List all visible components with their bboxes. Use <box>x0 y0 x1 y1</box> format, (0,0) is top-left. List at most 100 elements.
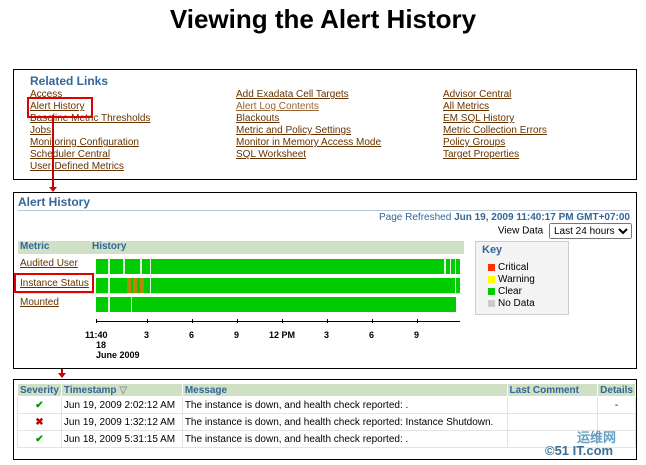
severity-clear-icon: ✔ <box>17 396 62 414</box>
col-timestamp-label: Timestamp <box>63 384 117 396</box>
key-header: Key <box>482 244 503 256</box>
link-add-exadata-cell-targets[interactable]: Add Exadata Cell Targets <box>236 89 381 101</box>
col-message[interactable]: Message <box>181 383 508 397</box>
axis-label: 9 <box>414 330 420 340</box>
warning-swatch <box>488 276 495 283</box>
page-refreshed-value: Jun 19, 2009 11:40:17 PM GMT+07:00 <box>454 212 630 223</box>
clear-swatch <box>488 288 495 295</box>
axis-tick <box>417 319 418 323</box>
gap-segment <box>455 278 456 293</box>
gap-segment <box>150 278 151 293</box>
axis-label: 12 PM <box>269 330 296 340</box>
page-title: Viewing the Alert History <box>169 4 477 34</box>
metric-column-header: Metric <box>18 241 90 254</box>
timestamp-cell: Jun 18, 2009 5:31:15 AM <box>60 430 183 448</box>
watermark-logo: 运维网 ©51 IT.com <box>545 427 641 461</box>
gap-segment <box>123 259 125 274</box>
gap-segment <box>131 297 132 312</box>
link-metric-policy-settings[interactable]: Metric and Policy Settings <box>236 125 381 137</box>
no-data-swatch <box>488 300 495 307</box>
details-cell[interactable]: - <box>597 396 636 414</box>
axis-date-month: June 2009 <box>96 350 140 360</box>
link-blackouts[interactable]: Blackouts <box>236 113 381 125</box>
axis-label: 6 <box>189 330 195 340</box>
link-sql-worksheet[interactable]: SQL Worksheet <box>236 149 381 161</box>
key-clear: Clear <box>488 286 522 297</box>
gap-segment <box>108 278 110 293</box>
axis-label: 6 <box>369 330 375 340</box>
key-label: Warning <box>498 274 535 285</box>
gap-segment <box>450 259 451 274</box>
sort-icon[interactable]: ▽ <box>119 385 127 396</box>
axis-tick <box>147 319 148 323</box>
col-details[interactable]: Details <box>597 383 636 397</box>
metric-mounted[interactable]: Mounted <box>20 297 59 308</box>
alert-history-header: Alert History <box>18 195 91 209</box>
axis-tick <box>192 319 193 323</box>
col-severity[interactable]: Severity <box>17 383 62 397</box>
critical-segment <box>127 278 131 293</box>
link-user-defined-metrics[interactable]: User-Defined Metrics <box>30 161 150 173</box>
history-bar-instance-status[interactable] <box>96 278 460 293</box>
critical-segment <box>140 278 144 293</box>
link-scheduler-central[interactable]: Scheduler Central <box>30 149 150 161</box>
metric-audited-user[interactable]: Audited User <box>20 258 78 269</box>
history-column-header: History <box>90 241 464 254</box>
link-monitoring-configuration[interactable]: Monitoring Configuration <box>30 137 150 149</box>
axis-label: 9 <box>234 330 240 340</box>
key-critical: Critical <box>488 262 529 273</box>
link-monitor-memory-access[interactable]: Monitor in Memory Access Mode <box>236 137 381 149</box>
related-links-panel: Related Links Access Alert History Basel… <box>13 69 637 180</box>
history-bar-audited-user[interactable] <box>96 259 460 274</box>
axis-tick <box>96 319 97 323</box>
axis-label: 3 <box>324 330 330 340</box>
gap-segment <box>455 259 456 274</box>
gap-segment <box>140 259 142 274</box>
key-label: Clear <box>498 286 522 297</box>
link-policy-groups[interactable]: Policy Groups <box>443 137 547 149</box>
axis-tick <box>237 319 238 323</box>
connector-line-1 <box>52 115 54 190</box>
severity-clear-icon: ✔ <box>17 430 62 448</box>
col-last-comment[interactable]: Last Comment <box>506 383 599 397</box>
col-timestamp[interactable]: Timestamp ▽ <box>60 383 183 397</box>
message-cell: The instance is down, and health check r… <box>181 413 508 431</box>
link-target-properties[interactable]: Target Properties <box>443 149 547 161</box>
link-jobs[interactable]: Jobs <box>30 125 150 137</box>
alerts-table: Severity Timestamp ▽ Message Last Commen… <box>17 383 636 448</box>
link-alert-log-contents[interactable]: Alert Log Contents <box>236 101 381 113</box>
axis-tick <box>282 319 283 323</box>
table-row: ✔ Jun 18, 2009 5:31:15 AM The instance i… <box>17 430 636 448</box>
gap-segment <box>108 259 110 274</box>
critical-swatch <box>488 264 495 271</box>
alert-history-highlight <box>27 97 93 118</box>
link-advisor-central[interactable]: Advisor Central <box>443 89 547 101</box>
table-header-row: Severity Timestamp ▽ Message Last Commen… <box>17 383 636 397</box>
links-column-3: Advisor Central All Metrics EM SQL Histo… <box>443 89 547 161</box>
table-row: ✖ Jun 19, 2009 1:32:12 AM The instance i… <box>17 413 636 431</box>
axis-tick <box>372 319 373 323</box>
link-em-sql-history[interactable]: EM SQL History <box>443 113 547 125</box>
link-all-metrics[interactable]: All Metrics <box>443 101 547 113</box>
gap-segment <box>444 259 446 274</box>
history-bar-mounted[interactable] <box>96 297 456 312</box>
message-cell: The instance is down, and health check r… <box>181 396 508 414</box>
alert-history-panel: Alert History Page Refreshed Jun 19, 200… <box>13 192 637 369</box>
key-no-data: No Data <box>488 298 535 309</box>
message-cell: The instance is down, and health check r… <box>181 430 508 448</box>
timestamp-cell: Jun 19, 2009 1:32:12 AM <box>60 413 183 431</box>
related-links-header: Related Links <box>30 74 109 88</box>
table-row: ✔ Jun 19, 2009 2:02:12 AM The instance i… <box>17 396 636 414</box>
last-comment-cell <box>506 396 599 414</box>
link-metric-collection-errors[interactable]: Metric Collection Errors <box>443 125 547 137</box>
connector-arrow-2 <box>58 373 66 378</box>
severity-critical-icon: ✖ <box>17 413 62 431</box>
critical-segment <box>133 278 137 293</box>
view-data-select[interactable]: Last 24 hours <box>549 223 632 239</box>
gap-segment <box>150 259 151 274</box>
instance-status-highlight <box>14 273 94 293</box>
row-divider <box>18 293 462 294</box>
page-refreshed-label: Page Refreshed <box>379 212 452 223</box>
view-data: View Data Last 24 hours <box>498 223 632 239</box>
page-refreshed: Page Refreshed Jun 19, 2009 11:40:17 PM … <box>379 212 630 223</box>
